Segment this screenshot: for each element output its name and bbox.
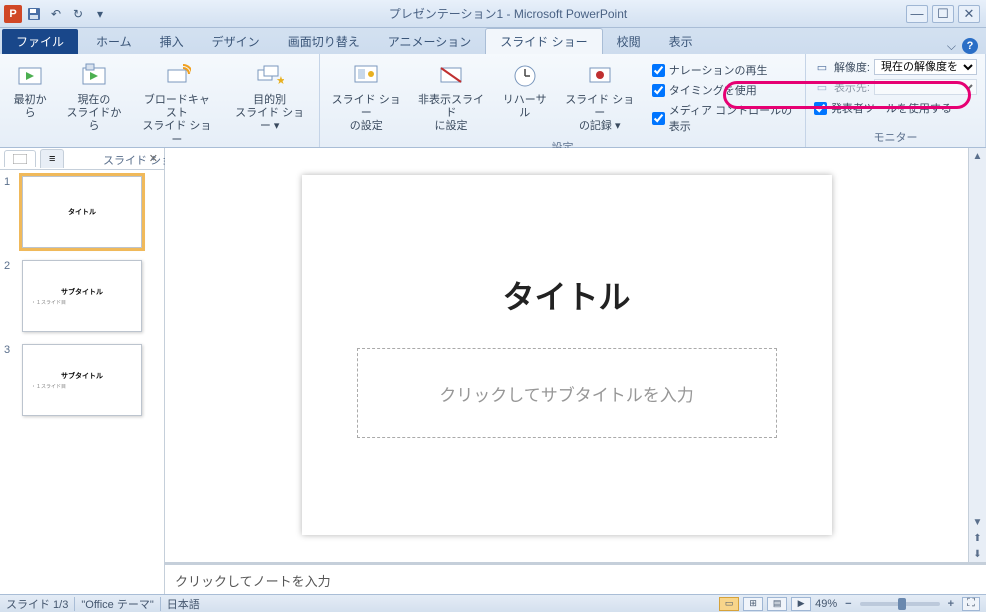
record-button[interactable]: スライド ショー の記録 ▾ — [558, 56, 642, 138]
setup-icon — [350, 60, 382, 92]
theme-name: "Office テーマ" — [81, 596, 153, 612]
ribbon-group-setup: スライド ショー の設定 非表示スライド に設定 リハーサル スライド ショー … — [320, 54, 806, 147]
slide-title-text[interactable]: タイトル — [502, 272, 630, 318]
ribbon-group-start: 最初から 現在の スライドから ブロードキャスト スライド ショー ★ 目的別 … — [0, 54, 320, 147]
thumb-number: 3 — [4, 344, 16, 416]
show-on-select[interactable] — [874, 79, 977, 95]
resolution-select[interactable]: 現在の解像度を使用 — [874, 59, 977, 75]
tab-review[interactable]: 校閲 — [603, 29, 655, 54]
tab-view[interactable]: 表示 — [655, 29, 707, 54]
tab-design[interactable]: デザイン — [198, 29, 274, 54]
from-current-button[interactable]: 現在の スライドから — [58, 56, 129, 138]
subtitle-placeholder[interactable]: クリックしてサブタイトルを入力 — [357, 348, 777, 438]
qat-save-icon[interactable] — [24, 4, 44, 24]
slides-star-icon: ★ — [254, 60, 286, 92]
tab-home[interactable]: ホーム — [82, 29, 146, 54]
workspace: ≡ ✕ 1 タイトル 2 サブタイトル ・１スライド目 3 サブタイトル — [0, 148, 986, 594]
help-icon[interactable]: ? — [962, 38, 978, 54]
tab-slideshow[interactable]: スライド ショー — [485, 28, 602, 54]
tab-file[interactable]: ファイル — [2, 29, 78, 54]
qat-customize-icon[interactable]: ▾ — [90, 4, 110, 24]
slide-counter: スライド 1/3 — [6, 596, 68, 612]
broadcast-button[interactable]: ブロードキャスト スライド ショー — [132, 56, 222, 151]
ribbon-group-monitor: ▭ 解像度: 現在の解像度を使用 ▭ 表示先: 発表者ツールを使用する モニター — [806, 54, 986, 147]
zoom-in-button[interactable]: + — [944, 598, 958, 610]
titlebar: P ↶ ↻ ▾ プレゼンテーション1 - Microsoft PowerPoin… — [0, 0, 986, 28]
svg-text:★: ★ — [276, 75, 284, 87]
hide-slide-icon — [435, 60, 467, 92]
zoom-slider[interactable] — [860, 602, 940, 606]
chk-presenter-view[interactable]: 発表者ツールを使用する — [810, 98, 981, 118]
slideshow-view-button[interactable]: ▶ — [791, 597, 811, 611]
language-indicator[interactable]: 日本語 — [167, 596, 200, 612]
ribbon-minimize-icon[interactable]: ⌵ — [947, 39, 956, 54]
thumbnail-list: 1 タイトル 2 サブタイトル ・１スライド目 3 サブタイトル ・１スライド目 — [0, 170, 164, 594]
vertical-scrollbar[interactable]: ▲ ▼ ⬆ ⬇ — [968, 148, 986, 562]
tab-animations[interactable]: アニメーション — [374, 29, 486, 54]
sorter-view-button[interactable]: ⊞ — [743, 597, 763, 611]
zoom-percent[interactable]: 49% — [815, 598, 837, 610]
chk-timings[interactable]: タイミングを使用 — [648, 80, 797, 100]
notes-pane[interactable]: クリックしてノートを入力 — [165, 562, 986, 594]
maximize-button[interactable]: ☐ — [932, 5, 954, 23]
clock-icon — [509, 60, 541, 92]
play-current-icon — [78, 60, 110, 92]
prev-slide-icon[interactable]: ⬆ — [970, 530, 986, 546]
tab-insert[interactable]: 挿入 — [146, 29, 198, 54]
setup-slideshow-button[interactable]: スライド ショー の設定 — [324, 56, 408, 138]
play-icon — [14, 60, 46, 92]
from-beginning-button[interactable]: 最初から — [4, 56, 56, 124]
zoom-out-button[interactable]: − — [841, 598, 855, 610]
slide-canvas[interactable]: タイトル クリックしてサブタイトルを入力 — [302, 175, 832, 535]
scroll-down-icon[interactable]: ▼ — [970, 514, 986, 530]
scroll-up-icon[interactable]: ▲ — [970, 148, 986, 164]
broadcast-icon — [161, 60, 193, 92]
record-icon — [584, 60, 616, 92]
hide-slide-button[interactable]: 非表示スライド に設定 — [410, 56, 491, 138]
slide-thumbnail[interactable]: サブタイトル ・１スライド目 — [22, 260, 142, 332]
next-slide-icon[interactable]: ⬇ — [970, 546, 986, 562]
slide-canvas-area[interactable]: タイトル クリックしてサブタイトルを入力 — [165, 148, 968, 562]
app-icon: P — [4, 5, 22, 23]
editor-area: タイトル クリックしてサブタイトルを入力 ▲ ▼ ⬆ ⬇ クリックしてノートを入… — [165, 148, 986, 594]
thumb-number: 2 — [4, 260, 16, 332]
custom-slideshow-button[interactable]: ★ 目的別 スライド ショー ▾ — [224, 56, 315, 138]
reading-view-button[interactable]: ▤ — [767, 597, 787, 611]
ribbon: 最初から 現在の スライドから ブロードキャスト スライド ショー ★ 目的別 … — [0, 54, 986, 148]
fit-to-window-button[interactable]: ⛶ — [962, 597, 980, 611]
resolution-row: ▭ 解像度: 現在の解像度を使用 — [810, 58, 981, 76]
chk-media-controls[interactable]: メディア コントロールの表示 — [648, 100, 797, 136]
rehearse-button[interactable]: リハーサル — [494, 56, 556, 124]
chk-narrations[interactable]: ナレーションの再生 — [648, 60, 797, 80]
minimize-button[interactable]: — — [906, 5, 928, 23]
monitor-icon: ▭ — [814, 80, 830, 94]
window-title: プレゼンテーション1 - Microsoft PowerPoint — [110, 5, 906, 22]
ribbon-tabs: ファイル ホーム 挿入 デザイン 画面切り替え アニメーション スライド ショー… — [0, 28, 986, 54]
slide-thumbnail[interactable]: タイトル — [22, 176, 142, 248]
show-on-row: ▭ 表示先: — [810, 78, 981, 96]
normal-view-button[interactable]: ▭ — [719, 597, 739, 611]
thumb-number: 1 — [4, 176, 16, 248]
statusbar: スライド 1/3 "Office テーマ" 日本語 ▭ ⊞ ▤ ▶ 49% − … — [0, 594, 986, 612]
monitor-icon: ▭ — [814, 60, 830, 74]
tab-transitions[interactable]: 画面切り替え — [274, 29, 374, 54]
qat-undo-icon[interactable]: ↶ — [46, 4, 66, 24]
close-button[interactable]: ✕ — [958, 5, 980, 23]
slide-thumbnail[interactable]: サブタイトル ・１スライド目 — [22, 344, 142, 416]
slide-panel: ≡ ✕ 1 タイトル 2 サブタイトル ・１スライド目 3 サブタイトル — [0, 148, 165, 594]
qat-redo-icon[interactable]: ↻ — [68, 4, 88, 24]
